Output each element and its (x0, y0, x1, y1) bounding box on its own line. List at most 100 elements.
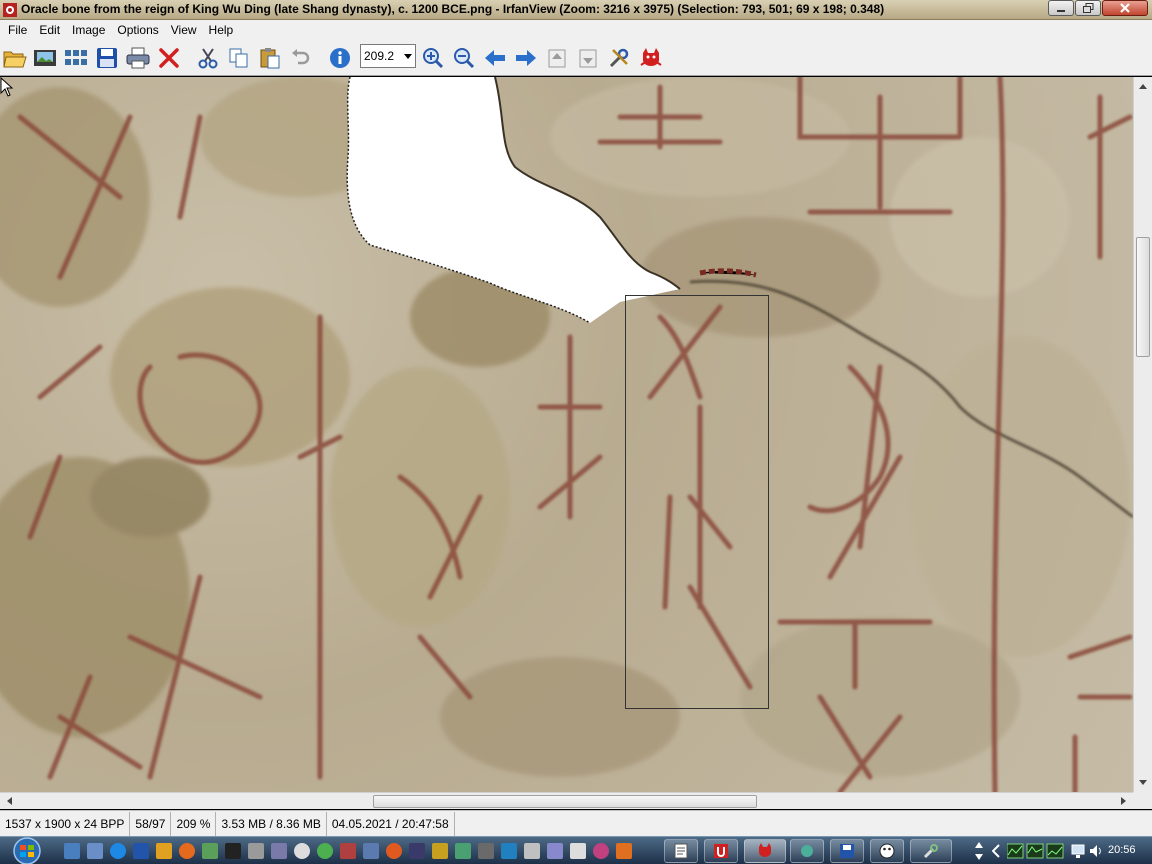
settings-button[interactable] (605, 44, 633, 72)
selection-rectangle[interactable] (625, 295, 769, 709)
horizontal-scroll-thumb[interactable] (373, 795, 757, 808)
quicklaunch-media-icon[interactable] (156, 843, 172, 859)
chevron-down-icon[interactable] (401, 45, 415, 67)
menu-view[interactable]: View (165, 20, 203, 40)
face-icon (879, 843, 895, 859)
taskbar-clock[interactable]: 20:56 (1108, 844, 1136, 856)
quicklaunch-app11-icon[interactable] (570, 843, 586, 859)
quicklaunch-cmd-icon[interactable] (225, 843, 241, 859)
quicklaunch-php-icon[interactable] (271, 843, 287, 859)
save-button[interactable] (93, 44, 121, 72)
zoom-in-icon (423, 48, 444, 69)
horizontal-scrollbar[interactable] (0, 792, 1133, 809)
open-button[interactable] (1, 44, 29, 72)
about-button[interactable] (637, 44, 665, 72)
slideshow-button[interactable] (31, 44, 59, 72)
copy-button[interactable] (225, 44, 253, 72)
quicklaunch-chrome-icon[interactable] (317, 843, 333, 859)
copy-icon (229, 48, 248, 68)
page-down-button[interactable] (574, 44, 602, 72)
restore-icon (1082, 3, 1093, 13)
irfanview-cat-icon (759, 843, 771, 857)
quicklaunch-app8-icon[interactable] (501, 843, 517, 859)
tray-monitor-icon[interactable] (1006, 843, 1067, 862)
previous-button[interactable] (481, 44, 509, 72)
taskbar-u-app-button[interactable] (704, 839, 738, 863)
slideshow-icon (34, 50, 56, 66)
save-icon (97, 48, 117, 68)
previous-icon (485, 50, 505, 66)
vertical-scroll-thumb[interactable] (1136, 237, 1150, 357)
taskbar-notepad-button[interactable] (664, 839, 698, 863)
zoom-select[interactable]: 209.2 (360, 44, 416, 68)
menu-file[interactable]: File (2, 20, 33, 40)
scroll-right-arrow-icon[interactable] (1116, 794, 1130, 808)
scroll-up-arrow-icon[interactable] (1136, 79, 1150, 93)
status-datetime: 04.05.2021 / 20:47:58 (327, 811, 455, 836)
taskbar-face-app-button[interactable] (870, 839, 904, 863)
info-button[interactable] (326, 44, 354, 72)
scroll-left-arrow-icon[interactable] (2, 794, 16, 808)
menu-edit[interactable]: Edit (33, 20, 66, 40)
quicklaunch-tool-icon[interactable] (202, 843, 218, 859)
status-memory: 3.53 MB / 8.36 MB (216, 811, 327, 836)
cut-button[interactable] (194, 44, 222, 72)
taskbar-irfanview-button[interactable] (744, 839, 786, 863)
quicklaunch-app10-icon[interactable] (547, 843, 563, 859)
next-button[interactable] (512, 44, 540, 72)
scrollbar-corner (1133, 792, 1152, 809)
taskbar-tools-button[interactable] (910, 839, 952, 863)
tray-expand-icon[interactable] (991, 843, 1000, 862)
tray-volume-icon[interactable] (1089, 843, 1103, 862)
notepad-icon (674, 843, 688, 859)
quicklaunch-app5-icon[interactable] (432, 843, 448, 859)
status-zoom: 209 % (171, 811, 217, 836)
vertical-scrollbar[interactable] (1133, 77, 1152, 792)
restore-button[interactable] (1075, 0, 1101, 16)
zoom-out-icon (454, 48, 475, 69)
irfanview-app-icon[interactable] (3, 3, 17, 17)
menu-options[interactable]: Options (111, 20, 164, 40)
quicklaunch-vlc-icon[interactable] (616, 843, 632, 859)
window-title: Oracle bone from the reign of King Wu Di… (21, 2, 885, 16)
delete-button[interactable] (155, 44, 183, 72)
image-canvas[interactable] (0, 77, 1133, 792)
taskbar: 20:56 (0, 836, 1152, 864)
paste-button[interactable] (256, 44, 284, 72)
mouse-cursor-icon (0, 77, 14, 97)
quicklaunch-desktop-icon[interactable] (64, 843, 80, 859)
quicklaunch-app12-icon[interactable] (593, 843, 609, 859)
quicklaunch-app6-icon[interactable] (455, 843, 471, 859)
quicklaunch-app7-icon[interactable] (478, 843, 494, 859)
page-up-button[interactable] (543, 44, 571, 72)
menu-help[interactable]: Help (203, 20, 240, 40)
menu-image[interactable]: Image (66, 20, 111, 40)
zoom-in-button[interactable] (419, 44, 447, 72)
windows-start-icon[interactable] (10, 837, 44, 864)
taskbar-save-app-button[interactable] (830, 839, 864, 863)
settings-icon (609, 48, 629, 68)
quicklaunch-app-icon[interactable] (340, 843, 356, 859)
quicklaunch-disc-icon[interactable] (294, 843, 310, 859)
quicklaunch-window-icon[interactable] (87, 843, 103, 859)
quicklaunch-app2-icon[interactable] (363, 843, 379, 859)
undo-button[interactable] (287, 44, 315, 72)
delete-icon (159, 48, 179, 68)
tray-network-icon[interactable] (1071, 843, 1085, 862)
quicklaunch-grid-icon[interactable] (248, 843, 264, 859)
minimize-button[interactable] (1048, 0, 1074, 16)
taskbar-scroll-arrows[interactable] (974, 839, 984, 864)
status-bar: 1537 x 1900 x 24 BPP 58/97 209 % 3.53 MB… (0, 810, 1152, 836)
quicklaunch-app4-icon[interactable] (409, 843, 425, 859)
quicklaunch-app3-icon[interactable] (386, 843, 402, 859)
quicklaunch-app9-icon[interactable] (524, 843, 540, 859)
scroll-down-arrow-icon[interactable] (1136, 775, 1150, 789)
thumbnails-button[interactable] (62, 44, 90, 72)
taskbar-app-button[interactable] (790, 839, 824, 863)
zoom-out-button[interactable] (450, 44, 478, 72)
quicklaunch-save-icon[interactable] (133, 843, 149, 859)
print-button[interactable] (124, 44, 152, 72)
quicklaunch-ie-icon[interactable] (110, 843, 126, 859)
quicklaunch-firefox-icon[interactable] (179, 843, 195, 859)
close-button[interactable] (1102, 0, 1148, 16)
